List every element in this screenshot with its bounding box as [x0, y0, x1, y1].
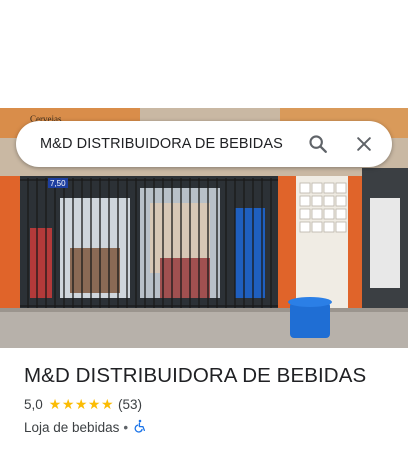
place-title[interactable]: M&D DISTRIBUIDORA DE BEBIDAS: [24, 364, 394, 388]
review-count[interactable]: (53): [118, 397, 142, 412]
close-icon[interactable]: [344, 124, 384, 164]
category-row: Loja de bebidas •: [24, 419, 394, 436]
rating-row[interactable]: 5,0 ★★★★★ (53): [24, 396, 394, 413]
search-bar[interactable]: M&D DISTRIBUIDORA DE BEBIDAS: [16, 121, 392, 167]
rating-stars: ★★★★★: [48, 396, 115, 412]
place-category: Loja de bebidas: [24, 420, 120, 435]
rating-value: 5,0: [24, 397, 43, 412]
separator: •: [123, 420, 129, 435]
price-tag: 7,50: [50, 179, 66, 188]
wheelchair-icon: [133, 419, 147, 436]
place-info: M&D DISTRIBUIDORA DE BEBIDAS 5,0 ★★★★★ (…: [24, 364, 394, 436]
search-input[interactable]: M&D DISTRIBUIDORA DE BEBIDAS: [40, 136, 298, 152]
search-icon[interactable]: [298, 124, 338, 164]
